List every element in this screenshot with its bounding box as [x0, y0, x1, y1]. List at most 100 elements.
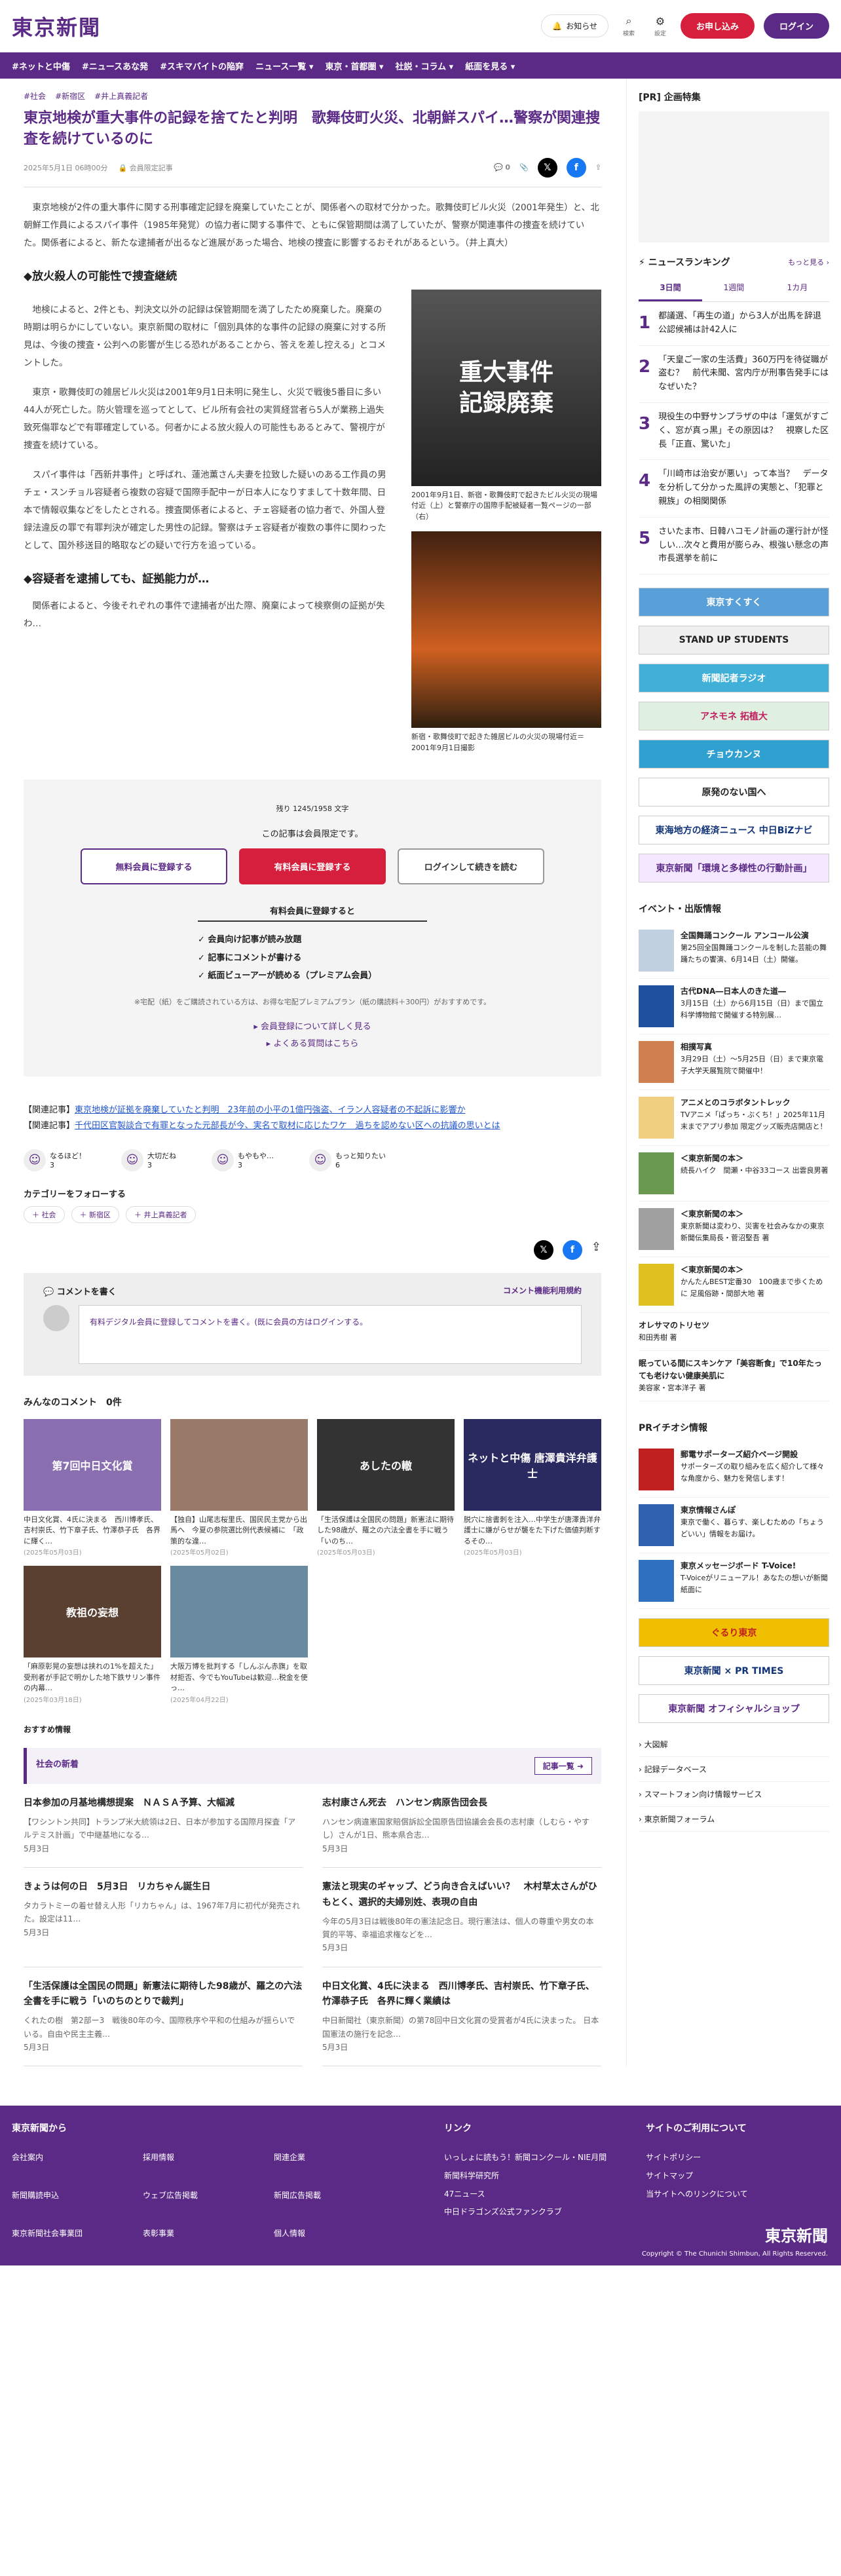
side-banner[interactable]: 東海地方の経済ニュース 中日BiZナビ [639, 816, 829, 845]
ranking-more-link[interactable]: もっと見る › [788, 257, 829, 267]
nav-item[interactable]: #ニュースあな発 [82, 60, 148, 72]
pr-banner[interactable]: 東京新聞 オフィシャルショップ [639, 1694, 829, 1723]
reaction-button[interactable]: ☺ もっと知りたい 6 [309, 1148, 386, 1171]
tag-link[interactable]: #井上真義記者 [94, 90, 148, 102]
side-banner[interactable]: STAND UP STUDENTS [639, 626, 829, 655]
news-item[interactable]: 日本参加の月基地構想提案 ＮＡＳＡ予算、大幅減 【ワシントン共同】トランプ米大統領… [24, 1784, 303, 1868]
comment-article-card[interactable]: あしたの轍 「生活保護は全国民の問題」新憲法に期待した98歳が、羅之の六法全書を手… [317, 1418, 455, 1557]
facebook-share-icon[interactable]: f [562, 1240, 582, 1260]
event-item[interactable]: 眠っている間にスキンケア「美容断食」で10年たっても老けない健康美肌に 美容家・宮… [639, 1351, 829, 1401]
side-banner[interactable]: 東京新聞「環境と多様性の行動計画」 [639, 854, 829, 883]
footer-link[interactable]: 新聞科学研究所 [444, 2167, 607, 2186]
society-more-button[interactable]: 記事一覧 ➜ [534, 1756, 592, 1775]
footer-link[interactable]: サイトマップ [646, 2167, 748, 2186]
ranking-tab[interactable]: 1カ月 [766, 275, 829, 301]
reaction-button[interactable]: ☺ 大切だね 3 [121, 1148, 176, 1171]
comment-article-card[interactable]: ネットと中傷 唐澤貴洋弁護士 脱穴に捨書刺を注入…中学生が唐澤貴洋弁護士に嫌がらせ… [464, 1418, 601, 1557]
comment-count[interactable]: 💬 0 [494, 163, 510, 172]
faq-link[interactable]: ▸ よくある質問はこちら [76, 1036, 549, 1053]
share-icon[interactable]: ⇪ [595, 163, 601, 172]
reaction-button[interactable]: ☺ なるほど！ 3 [24, 1148, 86, 1171]
footer-link[interactable]: 表彰事業 [143, 2225, 254, 2243]
side-banner[interactable]: 新聞記者ラジオ [639, 664, 829, 693]
membership-info-link[interactable]: ▸ 会員登録について詳しく見る [76, 1019, 549, 1036]
footer-link[interactable]: 新聞購読申込 [12, 2187, 123, 2205]
login-button[interactable]: ログイン [763, 13, 829, 39]
footer-link[interactable]: よくある質問 [143, 2262, 254, 2281]
article-image[interactable] [411, 531, 601, 729]
comment-input[interactable]: 有料デジタル会員に登録してコメントを書く。(既に会員の方はログインする。 [79, 1304, 582, 1364]
side-link[interactable]: › 東京新聞フォーラム [639, 1807, 829, 1832]
nav-item[interactable]: #スキマバイトの陥穽 [160, 60, 244, 72]
footer-link[interactable]: 47ニュース [444, 2186, 607, 2204]
follow-chip[interactable]: ＋ 井上真義記者 [126, 1205, 196, 1223]
comment-article-card[interactable]: 第7回中日文化賞 中日文化賞、4氏に決まる 西川博孝氏、吉村崇氏、竹下章子氏、竹澤… [24, 1418, 161, 1557]
pr-item[interactable]: 郵電サポーターズ紹介ページ開設 サポーターズの取り組みを広く紹介して様々な角度から… [639, 1442, 829, 1498]
nav-item[interactable]: #ネットと中傷 [12, 60, 70, 72]
search-button[interactable]: ⌕ 検索 [618, 14, 640, 37]
event-item[interactable]: ＜東京新聞の本＞ かんたんBEST定番30 100歳まで歩くために 足風俗跡・間部… [639, 1257, 829, 1314]
event-item[interactable]: 相撲写真 3月29日（土）～5月25日（日）まで東京電子大学天展覧院で開催中！ [639, 1034, 829, 1091]
related-link[interactable]: 千代田区官製談合で有罪となった元部長が今、実名で取材に応じたワケ 過ちを認めない… [75, 1121, 500, 1131]
footer-link[interactable]: サイトポリシー [646, 2149, 748, 2167]
pr-banner[interactable]: ぐるり東京 [639, 1618, 829, 1647]
ranking-tab[interactable]: 3日間 [639, 275, 702, 301]
footer-link[interactable]: ウェブ広告掲載 [143, 2187, 254, 2205]
footer-link[interactable]: 会社案内 [12, 2149, 123, 2167]
side-banner[interactable]: チョウカンヌ [639, 740, 829, 769]
footer-link[interactable]: 東京新聞社会事業団 [12, 2225, 123, 2243]
related-link[interactable]: 東京地検が証拠を廃棄していたと判明 23年前の小平の1億円強盗、イラン人容疑者の… [75, 1105, 465, 1115]
notice-button[interactable]: 🔔 お知らせ [541, 14, 608, 37]
facebook-share-icon[interactable]: f [566, 157, 586, 178]
footer-link[interactable]: 採用情報 [143, 2149, 254, 2167]
footer-link[interactable]: ご質問・お問い合わせ [12, 2262, 123, 2281]
footer-link[interactable]: 中日ドラゴンズ公式ファンクラブ [444, 2203, 607, 2222]
tag-link[interactable]: #社会 [24, 90, 46, 102]
side-banner[interactable]: 東京すくすく [639, 588, 829, 617]
free-register-button[interactable]: 無料会員に登録する [81, 848, 227, 885]
nav-item[interactable]: 社説・コラム ▾ [396, 60, 454, 72]
news-item[interactable]: 志村康さん死去 ハンセン病原告団会長 ハンセン病違憲国家賠償訴訟全国原告団協議会会… [322, 1784, 601, 1868]
pr-slot[interactable] [639, 111, 829, 242]
side-banner[interactable]: 原発のない国へ [639, 778, 829, 807]
event-item[interactable]: ＜東京新聞の本＞ 東京新聞は変わり、災害を社会みなかの東京新聞伝集局長・菅沼堅吾 … [639, 1202, 829, 1258]
site-logo[interactable]: 東京新聞 [12, 11, 101, 41]
event-item[interactable]: 古代DNA―日本人のきた道― 3月15日（土）から6月15日（日）まで国立科学博物… [639, 979, 829, 1035]
event-item[interactable]: アニメとのコラボタントレック TVアニメ「ぱっち・ぶくち！」2025年11月末まで… [639, 1090, 829, 1146]
x-share-icon[interactable]: 𝕏 [533, 1240, 553, 1260]
side-banner[interactable]: アネモネ 拓植大 [639, 702, 829, 731]
event-item[interactable]: オレサマのトリセツ 和田秀樹 著 [639, 1313, 829, 1351]
footer-link[interactable]: 新聞広告掲載 [274, 2187, 385, 2205]
side-link[interactable]: › 記録データベース [639, 1757, 829, 1782]
reaction-button[interactable]: ☺ もやもや… 3 [212, 1148, 274, 1171]
follow-chip[interactable]: ＋ 新宿区 [71, 1205, 119, 1223]
clip-icon[interactable]: 📎 [519, 163, 529, 172]
ranking-item[interactable]: 4 「川崎市は治安が悪い」って本当？ データを分析して分かった風評の実態と、「犯罪… [639, 460, 829, 518]
footer-link[interactable]: いっしょに読もう！新聞コンクール・NIE月間 [444, 2149, 607, 2167]
comment-article-card[interactable]: 大阪万博を批判する「しんぶん赤旗」を取材拒否、今でもYouTubeは歓迎…税金を… [170, 1566, 308, 1704]
comment-article-card[interactable]: 【独自】山尾志桜里氏、国民民主党から出馬へ 今夏の参院選比例代表候補に 「政策的… [170, 1418, 308, 1557]
ranking-item[interactable]: 3 現役生の中野サンプラザの中は「運気がすごく、窓が真っ黒」その原因は？ 視察した… [639, 403, 829, 461]
ranking-tab[interactable]: 1週間 [702, 275, 766, 301]
article-image[interactable]: 重大事件 記録廃棄 [411, 289, 601, 486]
nav-item[interactable]: 紙面を見る ▾ [465, 60, 515, 72]
ranking-item[interactable]: 2 「天皇ご一家の生活費」360万円を待従職が盗む？ 前代未聞、宮内庁が刑事告発手… [639, 346, 829, 403]
nav-item[interactable]: ニュース一覧 ▾ [255, 60, 313, 72]
footer-link[interactable]: 関連企業 [274, 2149, 385, 2167]
follow-chip[interactable]: ＋ 社会 [24, 1205, 65, 1223]
comment-rules-link[interactable]: コメント機能利用規約 [503, 1285, 582, 1297]
share-icon[interactable]: ⇪ [591, 1240, 601, 1260]
ranking-item[interactable]: 1 都議選、「再生の道」から3人が出馬を辞退 公認候補は計42人に [639, 302, 830, 346]
news-item[interactable]: きょうは何の日 5月3日 リカちゃん誕生日 タカラトミーの着せ替え人形「リカちゃん… [24, 1868, 303, 1967]
news-item[interactable]: 「生活保護は全国民の問題」新憲法に期待した98歳が、羅之の六法全書を手に戦う「い… [24, 1967, 303, 2067]
side-link[interactable]: › スマートフォン向け情報サービス [639, 1782, 829, 1807]
side-link[interactable]: › 大図解 [639, 1732, 829, 1757]
login-continue-button[interactable]: ログインして続きを読む [398, 848, 544, 885]
pr-item[interactable]: 東京情報さんぽ 東京で働く、暮らす、楽しむための「ちょうどいい」情報をお届け。 [639, 1498, 829, 1553]
news-item[interactable]: 中日文化賞、4氏に決まる 西川博孝氏、吉村崇氏、竹下章子氏、竹澤恭子氏 各界に輝… [322, 1967, 601, 2067]
pr-item[interactable]: 東京メッセージボード T-Voice! T-Voiceがリニューアル！あなたの想い… [639, 1553, 829, 1609]
news-item[interactable]: 憲法と現実のギャップ、どう向き合えばいい？ 木村草太さんがひもとく、選択的夫婦別… [322, 1868, 601, 1967]
footer-link[interactable]: 個人情報 [274, 2225, 385, 2243]
footer-logo[interactable]: 東京新聞 [765, 2223, 828, 2246]
apply-button[interactable]: お申し込み [680, 13, 755, 39]
